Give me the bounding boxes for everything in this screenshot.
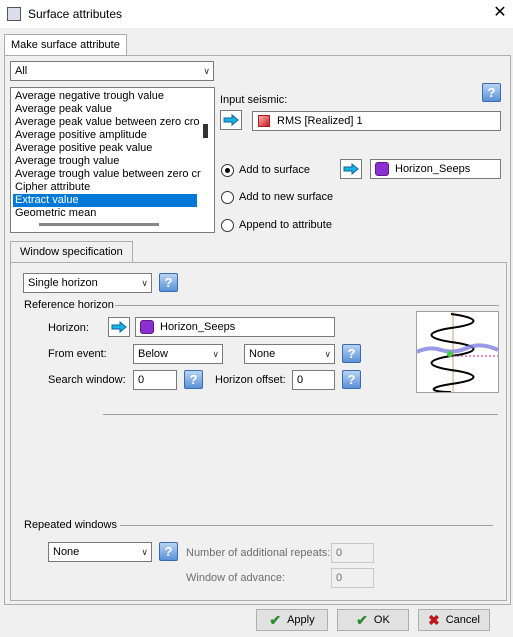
horizon-offset-label: Horizon offset:	[215, 374, 286, 386]
horizon-field[interactable]: Horizon_Seeps	[135, 317, 335, 337]
help-icon[interactable]: ?	[342, 344, 361, 363]
chevron-down-icon: ∨	[324, 349, 331, 359]
checkmark-icon: ✔	[269, 611, 282, 628]
list-item[interactable]: Average positive amplitude	[13, 129, 214, 142]
repeated-mode-select[interactable]: None ∨	[48, 542, 152, 562]
reference-horizon-heading: Reference horizon	[24, 299, 114, 311]
chevron-down-icon: ∨	[141, 547, 148, 557]
add-to-surface-label: Add to surface	[239, 164, 310, 176]
ok-button[interactable]: ✔ OK	[337, 609, 409, 631]
window-diagram	[416, 311, 499, 393]
help-icon[interactable]: ?	[159, 542, 178, 561]
list-item[interactable]: Geometric mean	[13, 207, 214, 220]
window-mode-select[interactable]: Single horizon ∨	[23, 273, 152, 293]
apply-label: Apply	[287, 614, 315, 626]
from-event-second-value: None	[249, 348, 276, 360]
right-arrow-icon	[111, 321, 127, 333]
list-item[interactable]: Cipher attribute	[13, 181, 214, 194]
attribute-filter-value: All	[15, 65, 28, 77]
list-item[interactable]: Average positive peak value	[13, 142, 214, 155]
list-item[interactable]: Average trough value	[13, 155, 214, 168]
right-arrow-icon	[223, 114, 239, 126]
input-seismic-insert-button[interactable]	[220, 110, 242, 130]
search-window-label: Search window:	[48, 374, 126, 386]
horizon-value: Horizon_Seeps	[160, 321, 236, 333]
help-icon[interactable]: ?	[159, 273, 178, 292]
append-to-attribute-label: Append to attribute	[239, 219, 332, 231]
window-mode-value: Single horizon	[28, 277, 98, 289]
attribute-list[interactable]: Average negative trough value Average pea…	[10, 87, 215, 233]
additional-repeats-label: Number of additional repeats:	[186, 547, 331, 559]
window-advance-label: Window of advance:	[186, 572, 286, 584]
input-seismic-value: RMS [Realized] 1	[277, 115, 363, 127]
app-icon	[7, 7, 21, 21]
chevron-down-icon: ∨	[141, 278, 148, 288]
waveform-icon	[416, 312, 499, 393]
add-to-new-surface-label: Add to new surface	[239, 191, 334, 203]
surface-value: Horizon_Seeps	[395, 163, 471, 175]
ok-label: OK	[373, 614, 390, 626]
surface-insert-button[interactable]	[340, 159, 362, 179]
window-advance-field[interactable]: 0	[331, 568, 374, 588]
add-to-new-surface-radio[interactable]	[221, 191, 234, 204]
tab-make-surface-attribute[interactable]: Make surface attribute	[4, 34, 127, 56]
list-item[interactable]: Extract value	[13, 194, 197, 207]
search-window-field[interactable]: 0	[133, 370, 177, 390]
list-item[interactable]: Average negative trough value	[13, 90, 214, 103]
list-item[interactable]: Average trough value between zero cr	[13, 168, 214, 181]
close-icon[interactable]: ✕	[490, 3, 510, 23]
chevron-down-icon: ∨	[203, 66, 210, 76]
cancel-button[interactable]: ✖ Cancel	[418, 609, 490, 631]
from-event-select[interactable]: Below ∨	[133, 344, 223, 364]
from-event-label: From event:	[48, 348, 107, 360]
tab-window-specification[interactable]: Window specification	[10, 241, 133, 263]
attribute-filter-select[interactable]: All ∨	[10, 61, 214, 81]
horizon-insert-button[interactable]	[108, 317, 130, 337]
input-seismic-field[interactable]: RMS [Realized] 1	[252, 111, 501, 131]
from-event-value: Below	[138, 348, 168, 360]
apply-button[interactable]: ✔ Apply	[256, 609, 328, 631]
list-scrollbar-thumb[interactable]	[203, 124, 208, 138]
append-to-attribute-radio[interactable]	[221, 219, 234, 232]
horizon-icon	[375, 162, 389, 176]
repeated-windows-heading: Repeated windows	[24, 519, 117, 531]
seismic-cube-icon	[258, 115, 270, 127]
horizon-label: Horizon:	[48, 322, 89, 334]
horizon-icon	[140, 320, 154, 334]
input-seismic-label: Input seismic:	[220, 94, 288, 106]
window-spec-divider	[103, 414, 498, 415]
title-bar: Surface attributes ✕	[0, 0, 513, 28]
list-item[interactable]: Average peak value	[13, 103, 214, 116]
repeated-mode-value: None	[53, 546, 80, 558]
checkmark-icon: ✔	[356, 611, 368, 628]
chevron-down-icon: ∨	[212, 349, 219, 359]
surface-field[interactable]: Horizon_Seeps	[370, 159, 501, 179]
repeated-windows-divider	[120, 525, 493, 526]
cancel-icon: ✖	[428, 611, 440, 628]
add-to-surface-radio[interactable]	[221, 164, 234, 177]
horizon-offset-field[interactable]: 0	[292, 370, 335, 390]
cancel-label: Cancel	[445, 614, 480, 626]
window-title: Surface attributes	[28, 7, 123, 21]
help-icon[interactable]: ?	[482, 83, 501, 102]
from-event-second-select[interactable]: None ∨	[244, 344, 335, 364]
additional-repeats-field[interactable]: 0	[331, 543, 374, 563]
reference-horizon-divider	[115, 305, 499, 306]
list-hscrollbar-thumb[interactable]	[39, 223, 159, 226]
help-icon[interactable]: ?	[342, 370, 361, 389]
list-item[interactable]: Average peak value between zero cro	[13, 116, 214, 129]
help-icon[interactable]: ?	[184, 370, 203, 389]
right-arrow-icon	[343, 163, 359, 175]
